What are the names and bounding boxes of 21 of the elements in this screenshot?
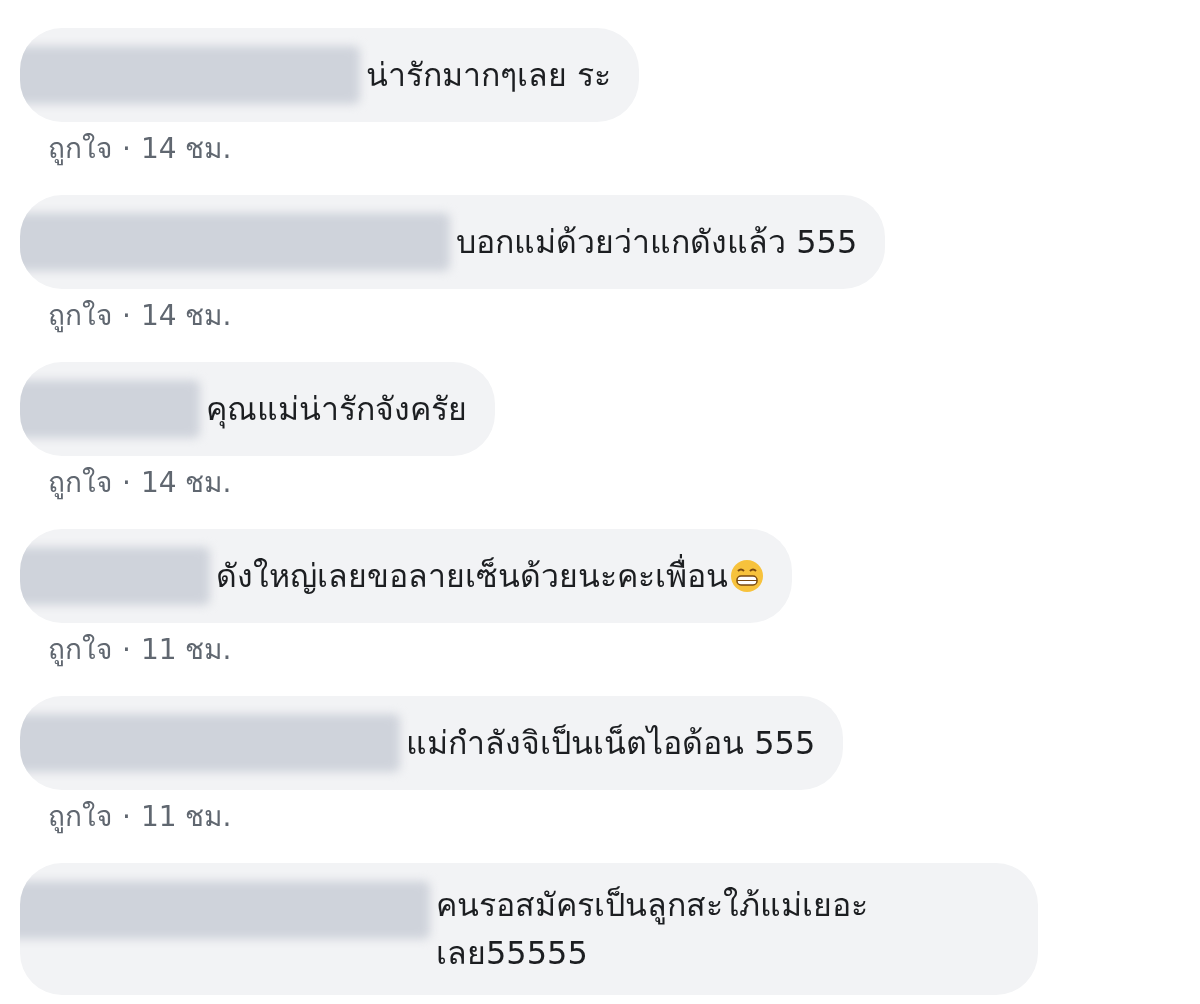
separator-dot: · bbox=[122, 465, 131, 499]
separator-dot: · bbox=[122, 131, 131, 165]
comment-time: 11 ชม. bbox=[140, 799, 232, 835]
like-link[interactable]: ถูกใจ bbox=[48, 293, 112, 337]
comment-text: คุณแม่น่ารักจังครัย bbox=[206, 389, 467, 431]
like-link[interactable]: ถูกใจ bbox=[48, 627, 112, 671]
like-link[interactable]: ถูกใจ bbox=[48, 794, 112, 838]
comment-time: 11 ชม. bbox=[140, 632, 232, 668]
separator-dot: · bbox=[122, 632, 131, 666]
comment-text: ดังใหญ่เลยขอลายเซ็นด้วยนะคะเพื่อน bbox=[216, 552, 728, 600]
like-link[interactable]: ถูกใจ bbox=[48, 460, 112, 504]
comment-text: บอกแม่ด้วยว่าแกดังแล้ว 555 bbox=[456, 222, 858, 263]
comment-text: คนรอสมัครเป็นลูกสะใภ้แม่เยอะเลย55555 bbox=[436, 885, 869, 974]
separator-dot: · bbox=[122, 298, 131, 332]
comment-time: 14 ชม. bbox=[140, 298, 232, 334]
comment-time: 14 ชม. bbox=[140, 131, 232, 167]
like-link[interactable]: ถูกใจ bbox=[48, 126, 112, 170]
comment-time: 14 ชม. bbox=[140, 465, 232, 501]
comment-text: แม่กำลังจิเป็นเน็ตไอด้อน 555 bbox=[406, 723, 816, 764]
comment-text: น่ารักมากๆเลย ระ bbox=[366, 55, 612, 96]
separator-dot: · bbox=[122, 799, 131, 833]
